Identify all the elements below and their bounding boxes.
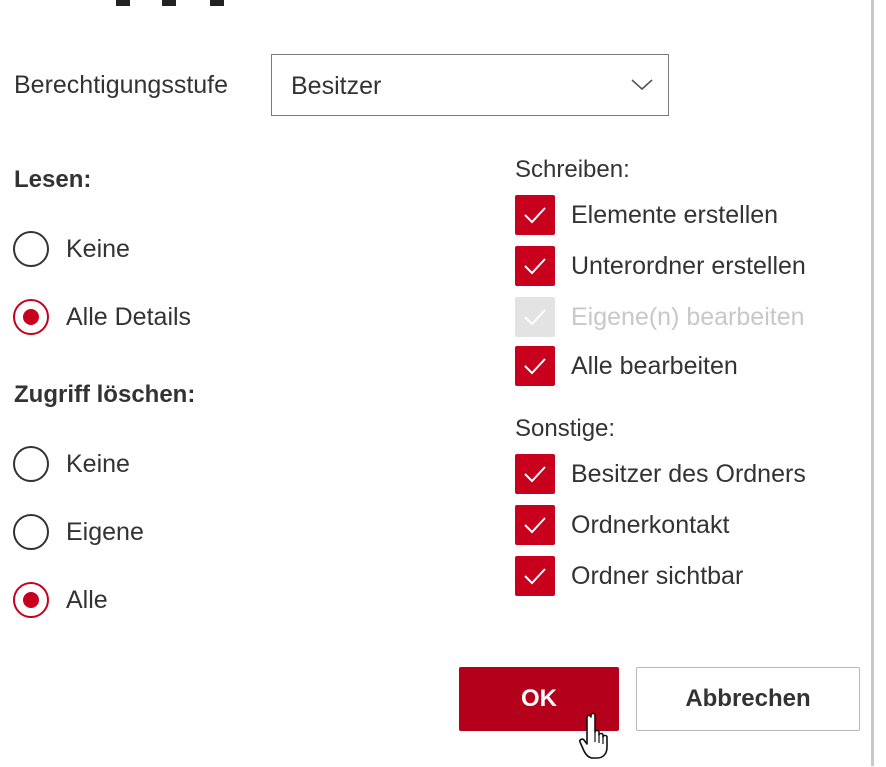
read-option-none[interactable]: Keine xyxy=(13,229,130,269)
hand-pointer-cursor-icon xyxy=(578,712,616,767)
checkbox-label: Unterordner erstellen xyxy=(571,251,806,280)
permissions-dialog: Berechtigungsstufe Besitzer Lesen: Keine… xyxy=(0,0,874,766)
delete-option-own[interactable]: Eigene xyxy=(13,512,144,552)
radio-label: Alle Details xyxy=(66,302,192,331)
delete-option-all[interactable]: Alle xyxy=(13,580,108,620)
clipped-title-glyphs xyxy=(116,0,224,6)
checkmark-icon xyxy=(524,517,546,534)
read-heading: Lesen: xyxy=(14,166,92,193)
checkmark-icon xyxy=(524,258,546,275)
radio-label: Alle xyxy=(66,585,108,614)
permission-level-value: Besitzer xyxy=(291,72,382,100)
other-heading: Sonstige: xyxy=(515,415,616,442)
write-edit-all[interactable]: Alle bearbeiten xyxy=(515,346,738,386)
checkbox-label: Elemente erstellen xyxy=(571,200,779,229)
checkbox-label: Besitzer des Ordners xyxy=(571,459,806,488)
checkbox-checked[interactable] xyxy=(515,195,555,235)
delete-option-none[interactable]: Keine xyxy=(13,444,130,484)
checkbox-label: Ordnerkontakt xyxy=(571,510,730,539)
other-folder-owner[interactable]: Besitzer des Ordners xyxy=(515,454,806,494)
radio-button[interactable] xyxy=(13,514,49,550)
read-option-all-details[interactable]: Alle Details xyxy=(13,297,191,337)
radio-button[interactable] xyxy=(13,231,49,267)
checkbox-checked[interactable] xyxy=(515,346,555,386)
checkbox-checked[interactable] xyxy=(515,556,555,596)
radio-label: Eigene xyxy=(66,517,144,546)
checkbox-checked[interactable] xyxy=(515,505,555,545)
checkmark-icon xyxy=(524,207,546,224)
checkbox-checked[interactable] xyxy=(515,454,555,494)
dialog-title-fragment xyxy=(14,0,234,18)
write-heading: Schreiben: xyxy=(515,156,630,183)
cancel-button[interactable]: Abbrechen xyxy=(636,667,860,731)
radio-button-selected[interactable] xyxy=(13,582,49,618)
delete-heading: Zugriff löschen: xyxy=(14,381,196,408)
checkbox-label: Alle bearbeiten xyxy=(571,351,738,380)
checkbox-checked-disabled xyxy=(515,297,555,337)
write-edit-own: Eigene(n) bearbeiten xyxy=(515,297,805,337)
permission-level-select[interactable]: Besitzer xyxy=(271,54,669,116)
write-create-items[interactable]: Elemente erstellen xyxy=(515,195,778,235)
checkbox-label: Ordner sichtbar xyxy=(571,561,744,590)
checkbox-checked[interactable] xyxy=(515,246,555,286)
other-folder-contact[interactable]: Ordnerkontakt xyxy=(515,505,729,545)
radio-label: Keine xyxy=(66,449,130,478)
checkmark-icon xyxy=(524,568,546,585)
chevron-down-icon xyxy=(630,74,654,99)
checkmark-icon xyxy=(524,358,546,375)
checkmark-icon xyxy=(524,466,546,483)
checkbox-label: Eigene(n) bearbeiten xyxy=(571,302,805,331)
radio-button-selected[interactable] xyxy=(13,299,49,335)
checkmark-icon xyxy=(524,309,546,326)
permission-level-label: Berechtigungsstufe xyxy=(14,71,229,99)
radio-button[interactable] xyxy=(13,446,49,482)
write-create-subfolders[interactable]: Unterordner erstellen xyxy=(515,246,806,286)
radio-label: Keine xyxy=(66,234,130,263)
other-folder-visible[interactable]: Ordner sichtbar xyxy=(515,556,743,596)
